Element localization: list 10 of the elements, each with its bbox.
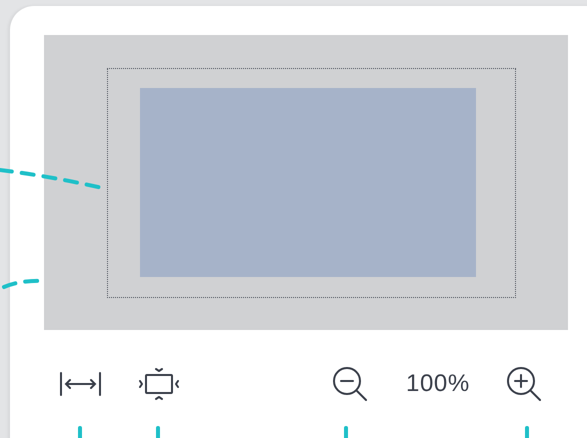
zoom-out-icon xyxy=(331,365,369,403)
zoom-out-button[interactable] xyxy=(330,364,370,404)
fit-screen-icon xyxy=(137,367,181,401)
zoom-in-icon xyxy=(504,365,543,403)
leader-line xyxy=(78,426,82,438)
fit-width-icon xyxy=(59,371,102,397)
leader-line xyxy=(525,426,529,438)
zoom-level: 100% xyxy=(406,369,470,399)
leader-line xyxy=(156,426,160,438)
leader-line xyxy=(344,426,348,438)
